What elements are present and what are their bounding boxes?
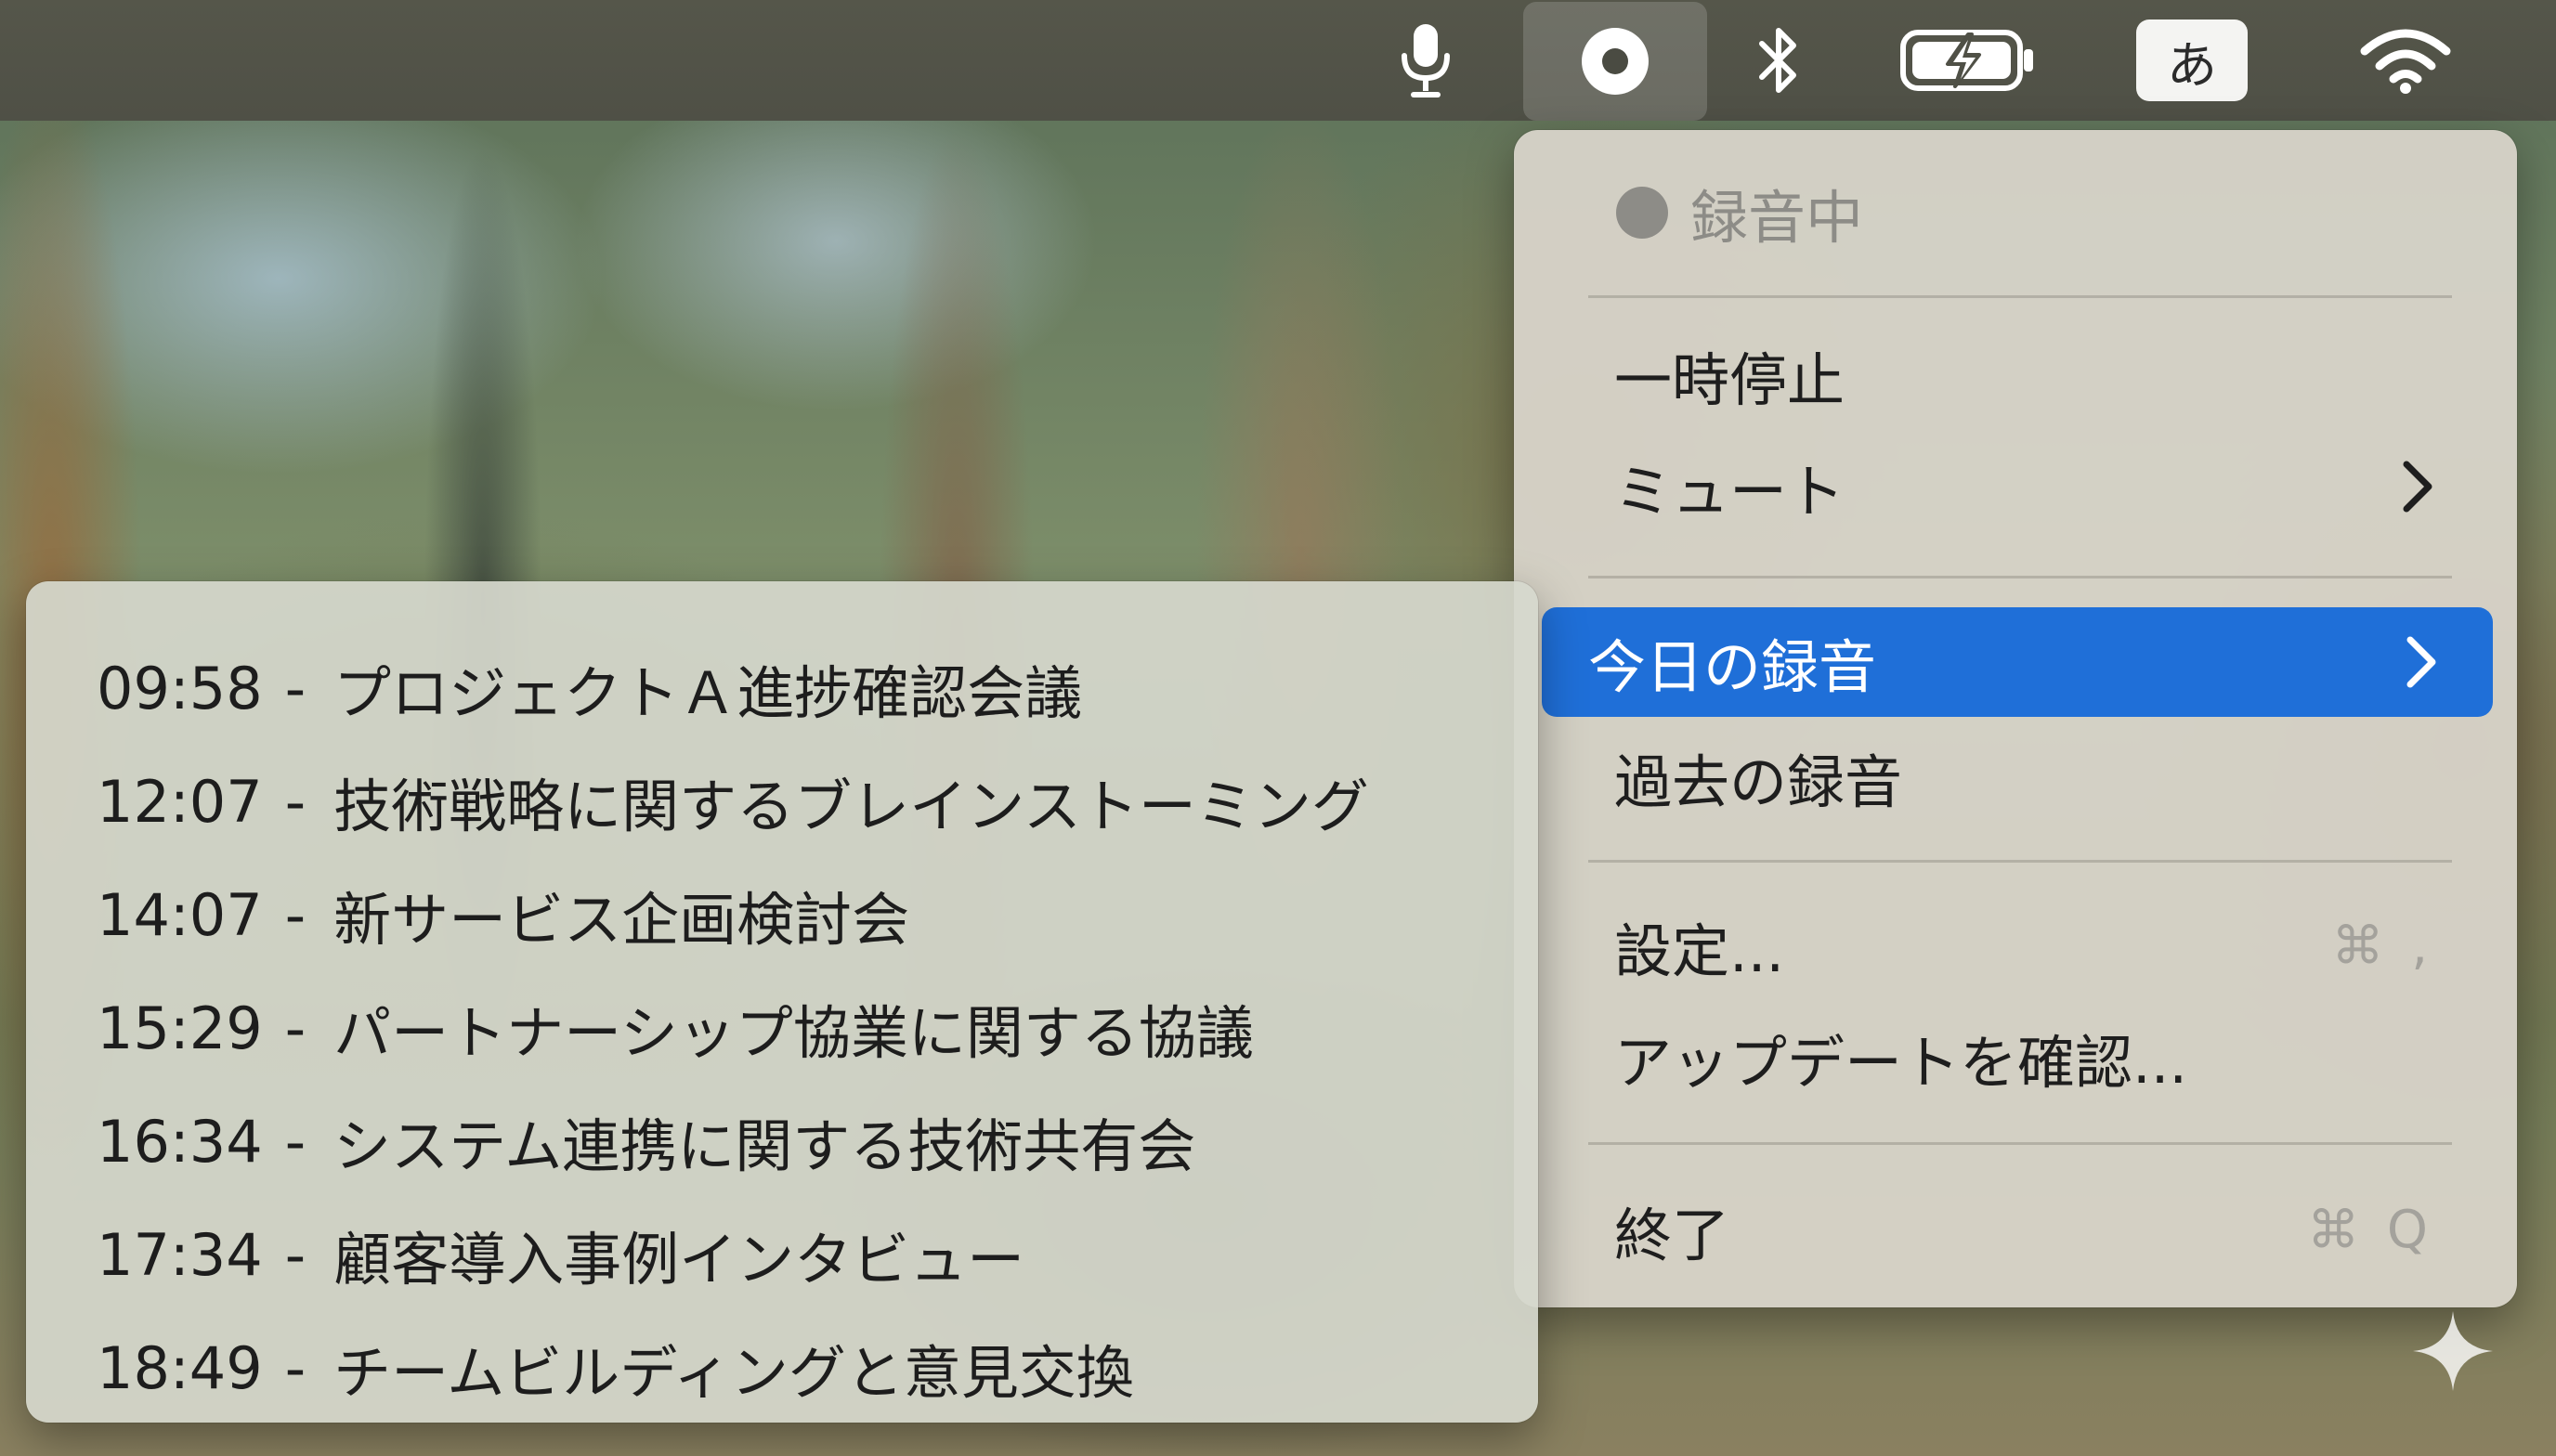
recording-time: 14:07	[97, 880, 263, 949]
recording-title: 技術戦略に関するブレインストーミング	[333, 773, 1369, 840]
pause-item[interactable]: 一時停止	[1542, 320, 2489, 430]
separator-dash: -	[284, 767, 306, 836]
check-updates-item[interactable]: アップデートを確認...	[1542, 1003, 2489, 1112]
recording-title: 新サービス企画検討会	[333, 886, 910, 954]
menu-bar: あ	[0, 0, 2556, 121]
input-method-label: あ	[2136, 20, 2248, 101]
recording-title: システム連携に関する技術共有会	[333, 1112, 1196, 1180]
settings-item[interactable]: 設定... ⌘ ,	[1542, 891, 2489, 1001]
recording-title: チームビルディングと意見交換	[333, 1339, 1134, 1407]
todays-recordings-item[interactable]: 今日の録音	[1542, 607, 2493, 717]
recorder-menu: 録音中 一時停止 ミュート 今日の録音 過去の録音 設定... ⌘ , アップデ…	[1514, 130, 2517, 1307]
menu-separator	[1588, 860, 2452, 863]
quit-shortcut: ⌘ Q	[2307, 1200, 2433, 1261]
menu-separator	[1588, 576, 2452, 578]
quit-label: 終了	[1614, 1202, 1730, 1269]
separator-dash: -	[284, 1107, 306, 1176]
separator-dash: -	[284, 880, 306, 949]
battery-charging-icon[interactable]	[1895, 0, 2043, 121]
recording-status-item: 録音中	[1542, 158, 2489, 267]
wifi-icon[interactable]	[2350, 0, 2461, 121]
recording-title: 顧客導入事例インタビュー	[333, 1226, 1025, 1294]
settings-label: 設定...	[1614, 917, 1785, 985]
todays-recordings-label: 今日の録音	[1588, 633, 1877, 701]
separator-dash: -	[284, 1220, 306, 1289]
separator-dash: -	[284, 994, 306, 1062]
mute-item[interactable]: ミュート	[1542, 432, 2489, 541]
microphone-icon[interactable]	[1384, 0, 1467, 121]
check-updates-label: アップデートを確認...	[1614, 1029, 2188, 1097]
recording-time: 17:34	[97, 1220, 263, 1289]
pause-label: 一時停止	[1614, 346, 1845, 414]
separator-dash: -	[284, 1333, 306, 1402]
mute-label: ミュート	[1614, 458, 1845, 526]
settings-shortcut: ⌘ ,	[2331, 916, 2433, 977]
chevron-right-icon	[2403, 461, 2432, 513]
input-method-icon[interactable]: あ	[2127, 0, 2257, 121]
menu-separator	[1588, 295, 2452, 298]
bluetooth-icon[interactable]	[1737, 0, 1820, 121]
recording-time: 12:07	[97, 767, 263, 836]
recording-item[interactable]: 12:07- 技術戦略に関するブレインストーミング	[26, 747, 1538, 856]
recording-item[interactable]: 14:07- 新サービス企画検討会	[26, 860, 1538, 969]
chevron-right-icon	[2406, 636, 2436, 688]
recording-dot-icon	[1616, 187, 1668, 239]
menu-separator	[1588, 1142, 2452, 1145]
recording-title: パートナーシップ協業に関する協議	[333, 999, 1254, 1067]
recording-time: 18:49	[97, 1333, 263, 1402]
recording-title: プロジェクトＡ進捗確認会議	[333, 659, 1083, 727]
past-recordings-item[interactable]: 過去の録音	[1542, 722, 2489, 832]
recording-item[interactable]: 09:58- プロジェクトＡ進捗確認会議	[26, 633, 1538, 743]
recording-time: 09:58	[97, 654, 263, 722]
recording-time: 15:29	[97, 994, 263, 1062]
recording-item[interactable]: 18:49- チームビルディングと意見交換	[26, 1313, 1538, 1423]
past-recordings-label: 過去の録音	[1614, 748, 1903, 816]
record-status-icon[interactable]	[1523, 2, 1707, 121]
recording-item[interactable]: 16:34- システム連携に関する技術共有会	[26, 1086, 1538, 1196]
recording-item[interactable]: 17:34- 顧客導入事例インタビュー	[26, 1200, 1538, 1309]
recording-item[interactable]: 15:29- パートナーシップ協業に関する協議	[26, 973, 1538, 1083]
sparkle-icon	[2413, 1311, 2493, 1391]
todays-recordings-submenu: 09:58- プロジェクトＡ進捗確認会議 12:07- 技術戦略に関するブレインスト…	[26, 581, 1538, 1423]
quit-item[interactable]: 終了 ⌘ Q	[1542, 1176, 2489, 1285]
separator-dash: -	[284, 654, 306, 722]
recording-time: 16:34	[97, 1107, 263, 1176]
